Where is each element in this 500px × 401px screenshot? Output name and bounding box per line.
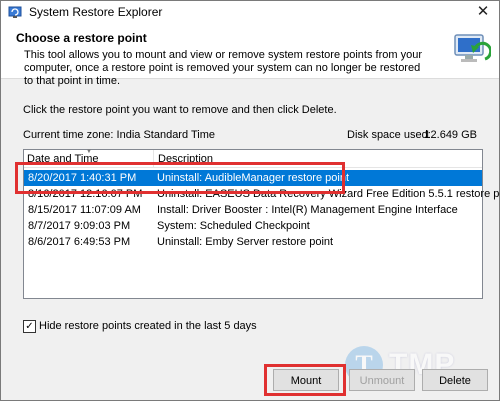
instruction-text: Click the restore point you want to remo… — [23, 104, 337, 116]
row-date: 8/7/2017 9:09:03 PM — [28, 220, 131, 232]
app-icon — [8, 6, 22, 18]
delete-button[interactable]: Delete — [422, 369, 488, 391]
timezone-label: Current time zone: India Standard Time — [23, 129, 215, 141]
list-row[interactable]: 8/7/2017 9:09:03 PM System: Scheduled Ch… — [24, 218, 482, 234]
hide-recent-label[interactable]: Hide restore points created in the last … — [39, 320, 257, 332]
checkmark-icon: ✓ — [25, 321, 34, 332]
annotation-highlight-mount — [264, 364, 346, 396]
title-bar: System Restore Explorer ✕ — [1, 1, 499, 23]
page-title: Choose a restore point — [16, 31, 147, 45]
window-title: System Restore Explorer — [29, 5, 163, 19]
row-date: 8/6/2017 6:49:53 PM — [28, 236, 131, 248]
hide-recent-checkbox[interactable]: ✓ — [23, 320, 36, 333]
list-row[interactable]: 8/15/2017 11:07:09 AM Install: Driver Bo… — [24, 202, 482, 218]
sort-arrow-icon: ▼ — [86, 149, 92, 155]
list-row[interactable]: 8/6/2017 6:49:53 PM Uninstall: Emby Serv… — [24, 234, 482, 250]
system-restore-explorer-window: System Restore Explorer ✕ Choose a resto… — [0, 0, 500, 401]
row-description: Install: Driver Booster : Intel(R) Manag… — [157, 204, 458, 216]
row-date: 8/15/2017 11:07:09 AM — [28, 204, 141, 216]
close-button[interactable]: ✕ — [467, 1, 499, 23]
annotation-highlight-row — [15, 162, 345, 194]
row-description: Uninstall: Emby Server restore point — [157, 236, 334, 248]
disk-space-value: 12.649 GB — [424, 129, 477, 141]
header-description: This tool allows you to mount and view o… — [24, 49, 422, 87]
restore-computer-icon — [454, 34, 491, 62]
unmount-button[interactable]: Unmount — [349, 369, 415, 391]
header-panel: Choose a restore point This tool allows … — [1, 23, 499, 87]
disk-space-label: Disk space used: — [347, 129, 431, 141]
close-icon: ✕ — [476, 3, 490, 20]
row-description: System: Scheduled Checkpoint — [157, 220, 310, 232]
